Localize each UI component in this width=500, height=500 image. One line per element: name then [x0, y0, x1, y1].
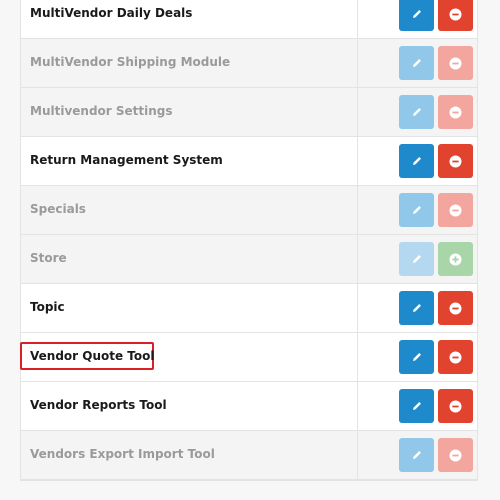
uninstall-button[interactable]: [438, 291, 473, 325]
extension-name: Specials: [30, 202, 86, 216]
column-divider: [357, 235, 358, 283]
extension-name: Topic: [30, 300, 65, 314]
column-divider: [357, 382, 358, 430]
minus-circle-icon: [449, 204, 462, 217]
uninstall-button[interactable]: [438, 340, 473, 374]
extension-name: Store: [30, 251, 67, 265]
uninstall-button[interactable]: [438, 438, 473, 472]
pencil-icon: [411, 302, 423, 314]
minus-circle-icon: [449, 8, 462, 21]
edit-button[interactable]: [399, 95, 434, 129]
edit-button[interactable]: [399, 144, 434, 178]
uninstall-button[interactable]: [438, 0, 473, 31]
edit-button[interactable]: [399, 438, 434, 472]
pencil-icon: [411, 57, 423, 69]
table-row: MultiVendor Daily Deals: [21, 0, 477, 39]
minus-circle-icon: [449, 400, 462, 413]
pencil-icon: [411, 400, 423, 412]
minus-circle-icon: [449, 302, 462, 315]
pencil-icon: [411, 8, 423, 20]
extension-name: Vendor Reports Tool: [30, 398, 167, 412]
table-row: MultiVendor Shipping Module: [21, 39, 477, 88]
plus-circle-icon: [449, 253, 462, 266]
uninstall-button[interactable]: [438, 193, 473, 227]
table-row: Topic: [21, 284, 477, 333]
edit-button[interactable]: [399, 340, 434, 374]
table-row: Vendors Export Import Tool: [21, 431, 477, 480]
extension-name: MultiVendor Shipping Module: [30, 55, 231, 69]
table-row: Store: [21, 235, 477, 284]
column-divider: [357, 431, 358, 479]
column-divider: [357, 186, 358, 234]
table-row: Specials: [21, 186, 477, 235]
extensions-page: MultiVendor Daily Deals MultiVendor Ship…: [0, 0, 500, 500]
uninstall-button[interactable]: [438, 389, 473, 423]
extensions-table: MultiVendor Daily Deals MultiVendor Ship…: [20, 0, 478, 481]
column-divider: [357, 0, 358, 38]
column-divider: [357, 137, 358, 185]
edit-button[interactable]: [399, 291, 434, 325]
column-divider: [357, 88, 358, 136]
extension-name: Vendor Quote Tool: [30, 349, 155, 363]
table-row: Vendor Quote Tool: [20, 333, 477, 382]
edit-button[interactable]: [399, 46, 434, 80]
edit-button[interactable]: [399, 389, 434, 423]
table-row: Vendor Reports Tool: [21, 382, 477, 431]
minus-circle-icon: [449, 449, 462, 462]
table-row: Multivendor Settings: [21, 88, 477, 137]
pencil-icon: [411, 106, 423, 118]
pencil-icon: [411, 351, 423, 363]
column-divider: [357, 39, 358, 87]
pencil-icon: [411, 449, 423, 461]
extension-name: MultiVendor Daily Deals: [30, 6, 193, 20]
extension-name: Vendors Export Import Tool: [30, 447, 215, 461]
pencil-icon: [411, 155, 423, 167]
edit-button[interactable]: [399, 0, 434, 31]
minus-circle-icon: [449, 155, 462, 168]
uninstall-button[interactable]: [438, 46, 473, 80]
minus-circle-icon: [449, 57, 462, 70]
minus-circle-icon: [449, 106, 462, 119]
table-row: Return Management System: [21, 137, 477, 186]
edit-button[interactable]: [399, 242, 434, 276]
install-button[interactable]: [438, 242, 473, 276]
edit-button[interactable]: [399, 193, 434, 227]
column-divider: [357, 333, 358, 381]
extension-name: Multivendor Settings: [30, 104, 173, 118]
uninstall-button[interactable]: [438, 144, 473, 178]
pencil-icon: [411, 253, 423, 265]
extension-name: Return Management System: [30, 153, 223, 167]
pencil-icon: [411, 204, 423, 216]
column-divider: [357, 284, 358, 332]
minus-circle-icon: [449, 351, 462, 364]
uninstall-button[interactable]: [438, 95, 473, 129]
